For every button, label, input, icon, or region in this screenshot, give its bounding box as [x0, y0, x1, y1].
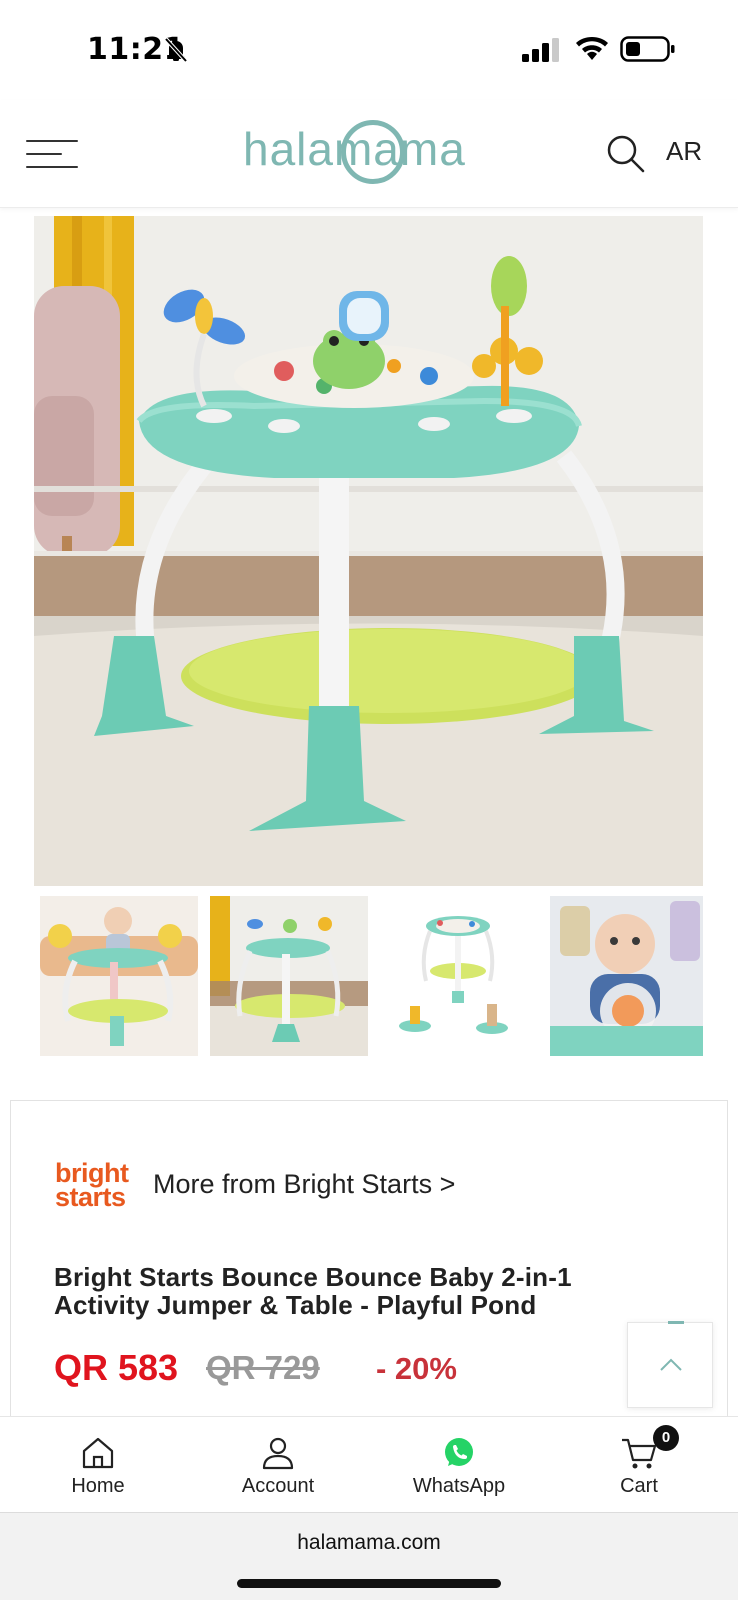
- brand-logo[interactable]: bright starts: [55, 1160, 137, 1213]
- menu-icon: [26, 140, 78, 142]
- language-toggle[interactable]: AR: [666, 136, 702, 167]
- site-header: halamama AR: [0, 100, 738, 208]
- nav-cart-label: Cart: [620, 1475, 658, 1497]
- whatsapp-icon: [445, 1438, 473, 1466]
- wifi-icon: [576, 37, 608, 60]
- product-photo: [34, 216, 703, 886]
- chevron-up-icon: [660, 1358, 682, 1371]
- scroll-to-top-button[interactable]: [627, 1321, 713, 1408]
- browser-url-bar[interactable]: halamama.com: [0, 1512, 738, 1600]
- menu-button[interactable]: [26, 138, 78, 170]
- nav-home[interactable]: Home: [28, 1417, 168, 1513]
- product-main-image[interactable]: [34, 216, 703, 886]
- thumbnail-gallery: [40, 896, 703, 1056]
- scroll-progress-mark: [668, 1321, 684, 1324]
- thumbnail-1[interactable]: [40, 896, 198, 1056]
- bell-off-icon: [164, 37, 188, 63]
- search-icon[interactable]: [606, 134, 646, 174]
- url-text[interactable]: halamama.com: [0, 1531, 738, 1555]
- home-indicator[interactable]: [237, 1579, 501, 1588]
- thumbnail-3[interactable]: [380, 896, 538, 1056]
- home-icon: [82, 1437, 114, 1469]
- price-original: QR 729: [206, 1349, 320, 1386]
- product-title: Bright Starts Bounce Bounce Baby 2-in-1 …: [54, 1262, 572, 1320]
- product-info-card: bright starts More from Bright Starts > …: [10, 1100, 728, 1420]
- more-from-brand-link[interactable]: More from Bright Starts >: [153, 1169, 455, 1200]
- account-icon: [262, 1437, 294, 1470]
- nav-account[interactable]: Account: [208, 1417, 348, 1513]
- nav-home-label: Home: [71, 1475, 125, 1497]
- signal-icon: [522, 38, 559, 62]
- thumbnail-2[interactable]: [210, 896, 368, 1056]
- nav-whatsapp[interactable]: WhatsApp: [389, 1417, 529, 1513]
- cart-count-badge: 0: [653, 1425, 679, 1451]
- nav-whatsapp-label: WhatsApp: [412, 1475, 506, 1497]
- bottom-navigation: Home Account WhatsApp 0 Cart: [0, 1416, 738, 1512]
- price-row: QR 583 QR 729 - 20%: [54, 1347, 654, 1397]
- site-logo[interactable]: halamama: [243, 118, 498, 188]
- logo-text: halamama: [243, 123, 466, 175]
- nav-account-label: Account: [241, 1475, 315, 1497]
- status-bar: 11:21: [0, 0, 738, 100]
- battery-icon: [620, 36, 675, 62]
- nav-cart[interactable]: 0 Cart: [569, 1417, 709, 1513]
- thumbnail-4[interactable]: [550, 896, 703, 1056]
- price-current: QR 583: [54, 1347, 179, 1388]
- discount-badge: - 20%: [376, 1351, 457, 1386]
